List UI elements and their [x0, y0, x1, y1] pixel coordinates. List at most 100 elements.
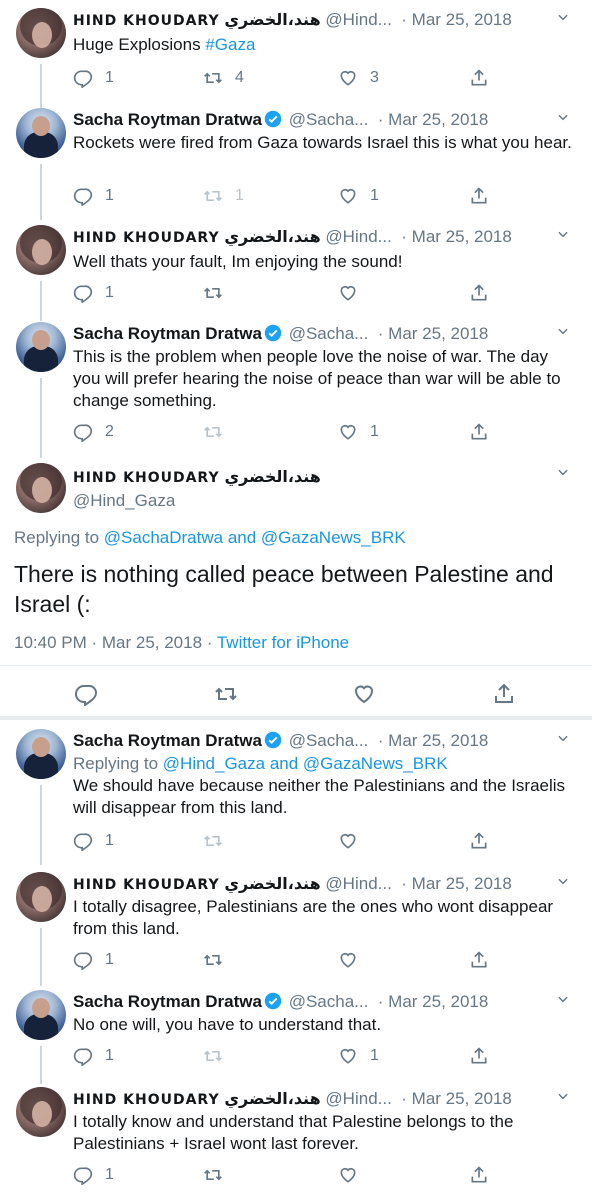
mention-link[interactable]: @GazaNews_BRK — [303, 754, 448, 773]
share-button[interactable] — [469, 281, 501, 305]
user-handle[interactable]: @Hind... — [325, 227, 391, 246]
display-name[interactable]: Sacha Roytman Dratwa — [73, 324, 262, 343]
chevron-down-icon[interactable] — [556, 731, 570, 745]
display-name[interactable]: HIND KHOUDARY — [73, 1092, 220, 1108]
display-name[interactable]: HIND KHOUDARY — [73, 230, 220, 246]
display-name[interactable]: HIND KHOUDARY — [73, 13, 220, 29]
retweet-button[interactable] — [214, 682, 238, 706]
user-handle[interactable]: @Hind_Gaza — [73, 491, 175, 511]
user-handle[interactable]: @Hind... — [325, 874, 391, 893]
avatar[interactable] — [16, 8, 66, 58]
display-name-arabic[interactable]: هند،الخضري — [224, 10, 320, 29]
retweet-button[interactable] — [203, 281, 235, 305]
like-icon — [338, 831, 358, 851]
share-button[interactable] — [492, 682, 516, 706]
tweet-text: There is nothing called peace between Pa… — [14, 561, 554, 617]
reply-button[interactable] — [74, 682, 98, 706]
share-button[interactable] — [469, 1044, 501, 1068]
tweet-date[interactable]: Mar 25, 2018 — [412, 227, 512, 246]
chevron-down-icon[interactable] — [556, 992, 570, 1006]
share-button[interactable] — [469, 1163, 501, 1187]
avatar[interactable] — [16, 1087, 66, 1137]
tweet-date[interactable]: Mar 25, 2018 — [388, 110, 488, 129]
tweet-date[interactable]: Mar 25, 2018 — [412, 1089, 512, 1108]
avatar[interactable] — [16, 322, 66, 372]
display-name-arabic[interactable]: هند،الخضري — [224, 1089, 320, 1108]
like-button[interactable] — [338, 281, 370, 305]
display-name-arabic[interactable]: هند،الخضري — [224, 227, 320, 246]
like-button[interactable]: 1 — [338, 1044, 379, 1068]
chevron-down-icon[interactable] — [556, 465, 570, 479]
avatar[interactable] — [16, 463, 66, 513]
tweet-actions: 1 1 1 — [73, 184, 592, 208]
retweet-button[interactable] — [203, 1163, 235, 1187]
separator-dot: · — [373, 992, 389, 1011]
user-handle[interactable]: @Hind... — [325, 1089, 391, 1108]
reply-count: 1 — [105, 1047, 114, 1064]
share-button[interactable] — [469, 829, 501, 853]
reply-button[interactable]: 1 — [73, 1044, 114, 1068]
chevron-down-icon[interactable] — [556, 227, 570, 241]
retweet-button[interactable] — [203, 948, 235, 972]
avatar[interactable] — [16, 108, 66, 158]
user-handle[interactable]: @Hind... — [325, 10, 391, 29]
user-handle[interactable]: @Sacha... — [289, 110, 369, 129]
tweet-timestamp[interactable]: 10:40 PM · Mar 25, 2018 · — [14, 633, 217, 652]
retweet-button[interactable] — [203, 1044, 235, 1068]
reply-button[interactable]: 1 — [73, 829, 114, 853]
display-name[interactable]: HIND KHOUDARY — [73, 470, 220, 486]
tweet-date[interactable]: Mar 25, 2018 — [412, 10, 512, 29]
reply-count: 1 — [105, 69, 114, 86]
chevron-down-icon[interactable] — [556, 1089, 570, 1103]
user-handle[interactable]: @Sacha... — [289, 731, 369, 750]
mention-link[interactable]: @SachaDratwa — [104, 528, 223, 547]
share-button[interactable] — [469, 184, 501, 208]
tweet-actions: 1 — [73, 281, 592, 305]
reply-button[interactable]: 2 — [73, 420, 114, 444]
display-name-arabic[interactable]: هند،الخضري — [224, 874, 320, 893]
display-name[interactable]: HIND KHOUDARY — [73, 877, 220, 893]
mention-link[interactable]: @GazaNews_BRK — [261, 528, 406, 547]
reply-button[interactable]: 1 — [73, 948, 114, 972]
display-name-arabic[interactable]: هند،الخضري — [224, 467, 320, 486]
like-button[interactable]: 1 — [338, 184, 379, 208]
avatar[interactable] — [16, 872, 66, 922]
display-name[interactable]: Sacha Roytman Dratwa — [73, 992, 262, 1011]
retweet-button[interactable]: 1 — [203, 184, 244, 208]
hashtag-link[interactable]: #Gaza — [205, 35, 255, 54]
chevron-down-icon[interactable] — [556, 110, 570, 124]
like-button[interactable] — [338, 1163, 370, 1187]
like-button[interactable] — [352, 682, 376, 706]
avatar[interactable] — [16, 225, 66, 275]
reply-button[interactable]: 1 — [73, 1163, 114, 1187]
reply-icon — [73, 950, 93, 970]
source-link[interactable]: Twitter for iPhone — [217, 633, 349, 652]
chevron-down-icon[interactable] — [556, 10, 570, 24]
tweet-date[interactable]: Mar 25, 2018 — [412, 874, 512, 893]
user-handle[interactable]: @Sacha... — [289, 992, 369, 1011]
chevron-down-icon[interactable] — [556, 324, 570, 338]
share-button[interactable] — [469, 948, 501, 972]
reply-button[interactable]: 1 — [73, 184, 114, 208]
retweet-button[interactable] — [203, 829, 235, 853]
like-button[interactable]: 3 — [338, 66, 379, 90]
tweet-date[interactable]: Mar 25, 2018 — [388, 992, 488, 1011]
retweet-button[interactable]: 4 — [203, 66, 244, 90]
tweet-date[interactable]: Mar 25, 2018 — [388, 731, 488, 750]
like-button[interactable]: 1 — [338, 420, 379, 444]
avatar[interactable] — [16, 729, 66, 779]
display-name[interactable]: Sacha Roytman Dratwa — [73, 110, 262, 129]
user-handle[interactable]: @Sacha... — [289, 324, 369, 343]
share-button[interactable] — [469, 66, 501, 90]
avatar[interactable] — [16, 990, 66, 1040]
share-button[interactable] — [469, 420, 501, 444]
mention-link[interactable]: @Hind_Gaza — [163, 754, 265, 773]
display-name[interactable]: Sacha Roytman Dratwa — [73, 731, 262, 750]
like-button[interactable] — [338, 829, 370, 853]
reply-button[interactable]: 1 — [73, 281, 114, 305]
tweet-date[interactable]: Mar 25, 2018 — [388, 324, 488, 343]
retweet-button[interactable] — [203, 420, 235, 444]
like-button[interactable] — [338, 948, 370, 972]
chevron-down-icon[interactable] — [556, 874, 570, 888]
reply-button[interactable]: 1 — [73, 66, 114, 90]
